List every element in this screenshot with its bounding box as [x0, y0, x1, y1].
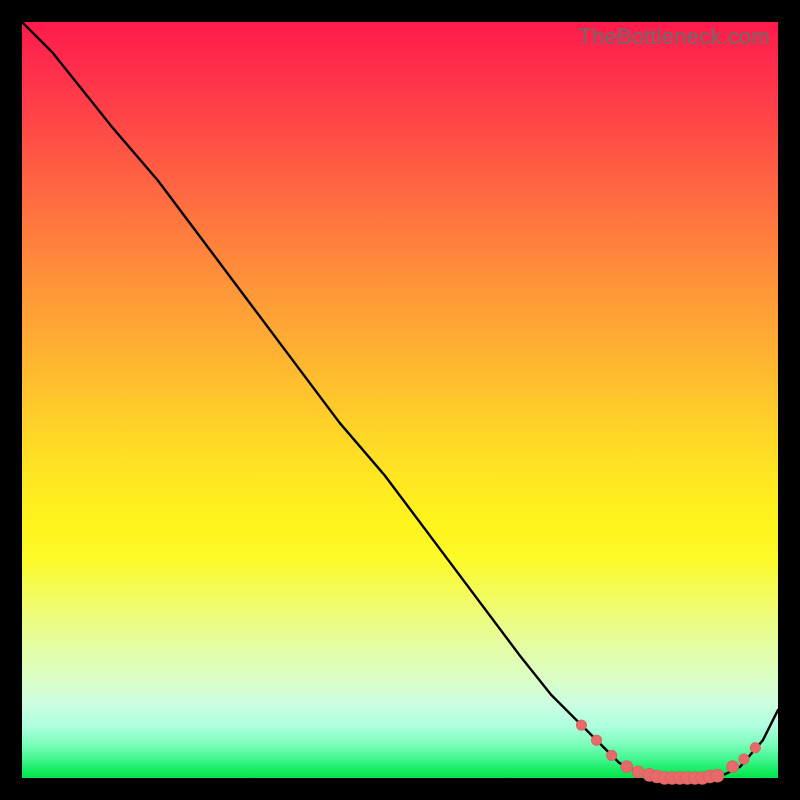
curve-marker	[621, 761, 633, 773]
curve-marker-group	[576, 720, 760, 785]
curve-marker	[632, 766, 644, 778]
curve-marker	[739, 754, 749, 764]
curve-marker	[591, 735, 601, 745]
curve-marker	[711, 769, 724, 782]
chart-overlay	[22, 22, 778, 778]
curve-marker	[576, 720, 586, 730]
curve-marker	[606, 750, 616, 760]
plot-area: TheBottleneck.com	[22, 22, 778, 778]
chart-stage: TheBottleneck.com	[0, 0, 800, 800]
curve-marker	[727, 761, 739, 773]
bottleneck-curve-line	[22, 22, 778, 778]
curve-marker	[750, 743, 760, 753]
